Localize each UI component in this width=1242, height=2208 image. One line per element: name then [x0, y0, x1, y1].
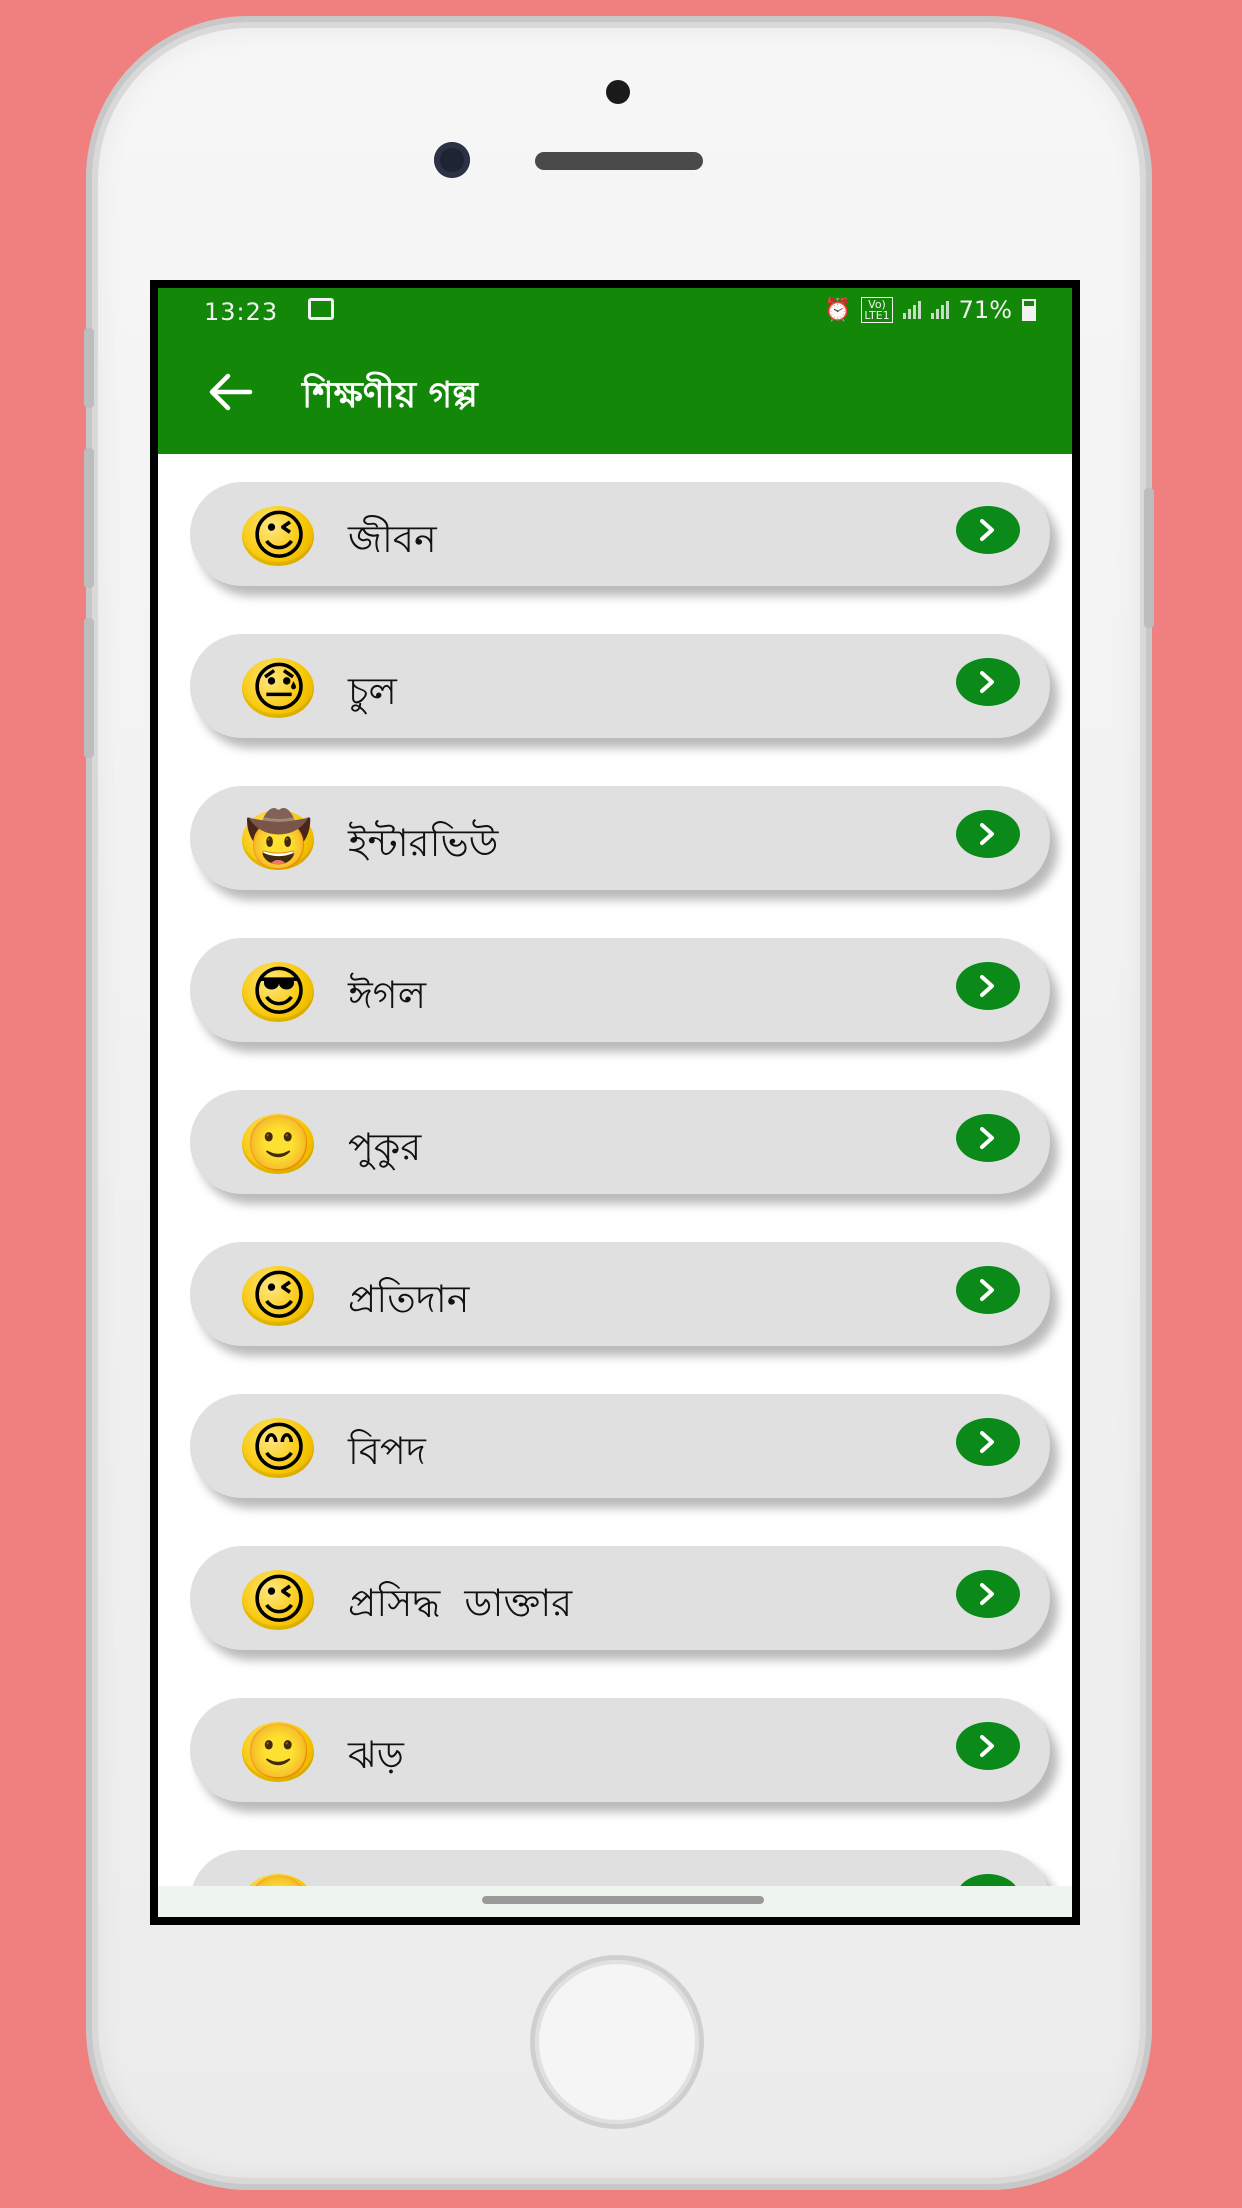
- story-card[interactable]: 😉 প্রসিদ্ধ ডাক্তার: [190, 1546, 1050, 1650]
- story-card[interactable]: 😎 ঈগল: [190, 938, 1050, 1042]
- silent-switch: [84, 328, 94, 408]
- chevron-right-icon: [980, 975, 994, 997]
- emoji-icon: 😉: [250, 1568, 308, 1631]
- story-card[interactable]: 🙂 পুকুর: [190, 1090, 1050, 1194]
- story-card[interactable]: 😓 চুল: [190, 634, 1050, 738]
- story-card[interactable]: 🙂 ঝড়: [190, 1698, 1050, 1802]
- open-story-button[interactable]: [956, 1570, 1020, 1618]
- front-camera: [434, 142, 470, 178]
- chevron-right-icon: [980, 1735, 994, 1757]
- battery-percent: 71%: [958, 296, 1012, 324]
- open-story-button[interactable]: [956, 1418, 1020, 1466]
- story-title: প্রতিদান: [348, 1277, 470, 1321]
- page-title: শিক্ষণীয় গল্প: [302, 375, 478, 416]
- volume-button: [84, 448, 94, 588]
- open-story-button[interactable]: [956, 810, 1020, 858]
- alarm-icon: ⏰: [823, 297, 852, 323]
- app-screen: 13:23 ⏰ Vo) LTE1 71% শিক্ষণীয় গল্প 😉 জী…: [158, 288, 1072, 1917]
- story-card[interactable]: 🤠 ইন্টারভিউ: [190, 786, 1050, 890]
- status-time: 13:23: [204, 298, 279, 326]
- emoji-icon: 😓: [250, 656, 308, 719]
- story-title: জীবন: [348, 517, 437, 561]
- earpiece-speaker: [535, 152, 703, 170]
- gallery-icon: [308, 298, 334, 320]
- back-button[interactable]: [206, 370, 254, 414]
- status-icons: ⏰ Vo) LTE1 71%: [824, 296, 1036, 324]
- story-card[interactable]: 😉 জীবন: [190, 482, 1050, 586]
- power-button: [1144, 488, 1154, 628]
- emoji-icon: 🙂: [245, 1720, 313, 1783]
- story-title: চুল: [348, 669, 397, 713]
- status-bar: 13:23 ⏰ Vo) LTE1 71%: [158, 288, 1072, 328]
- story-title: ইন্টারভিউ: [348, 821, 499, 865]
- emoji-icon: 🤠: [245, 808, 313, 871]
- app-bar: 13:23 ⏰ Vo) LTE1 71% শিক্ষণীয় গল্প: [158, 288, 1072, 454]
- battery-icon: [1022, 299, 1036, 321]
- volte-icon: Vo) LTE1: [861, 297, 893, 323]
- chevron-right-icon: [980, 1279, 994, 1301]
- signal-icon: [902, 301, 921, 319]
- open-story-button[interactable]: [956, 962, 1020, 1010]
- story-title: পুকুর: [348, 1125, 422, 1169]
- arrow-left-icon: [209, 373, 253, 411]
- home-button[interactable]: [535, 1960, 699, 2124]
- gesture-handle[interactable]: [482, 1896, 764, 1904]
- screen-bezel: 13:23 ⏰ Vo) LTE1 71% শিক্ষণীয় গল্প 😉 জী…: [150, 280, 1080, 1925]
- volume-button: [84, 618, 94, 758]
- proximity-sensor: [606, 80, 630, 104]
- story-card[interactable]: 😉 প্রতিদান: [190, 1242, 1050, 1346]
- emoji-icon: 😊: [250, 1416, 308, 1479]
- story-card[interactable]: 😊 বিপদ: [190, 1394, 1050, 1498]
- emoji-icon: 😎: [250, 960, 308, 1023]
- emoji-icon: 😉: [250, 1264, 308, 1327]
- emoji-icon: 🙂: [245, 1112, 313, 1175]
- emoji-icon: 😉: [250, 504, 308, 567]
- story-title: ঝড়: [348, 1733, 404, 1777]
- chevron-right-icon: [980, 1431, 994, 1453]
- open-story-button[interactable]: [956, 506, 1020, 554]
- phone-frame: 13:23 ⏰ Vo) LTE1 71% শিক্ষণীয় গল্প 😉 জী…: [84, 28, 1154, 2178]
- signal-icon: [930, 301, 949, 319]
- chevron-right-icon: [980, 823, 994, 845]
- story-title: বিপদ: [348, 1429, 426, 1473]
- chevron-right-icon: [980, 1127, 994, 1149]
- story-title: প্রসিদ্ধ ডাক্তার: [348, 1581, 573, 1625]
- chevron-right-icon: [980, 519, 994, 541]
- story-title: ঈগল: [348, 973, 427, 1017]
- chevron-right-icon: [980, 671, 994, 693]
- chevron-right-icon: [980, 1583, 994, 1605]
- story-list: 😉 জীবন 😓 চুল 🤠 ইন্টারভিউ 😎 ঈগল 🙂 পুকুর 😉…: [158, 454, 1072, 1917]
- open-story-button[interactable]: [956, 1114, 1020, 1162]
- open-story-button[interactable]: [956, 1722, 1020, 1770]
- open-story-button[interactable]: [956, 1266, 1020, 1314]
- open-story-button[interactable]: [956, 658, 1020, 706]
